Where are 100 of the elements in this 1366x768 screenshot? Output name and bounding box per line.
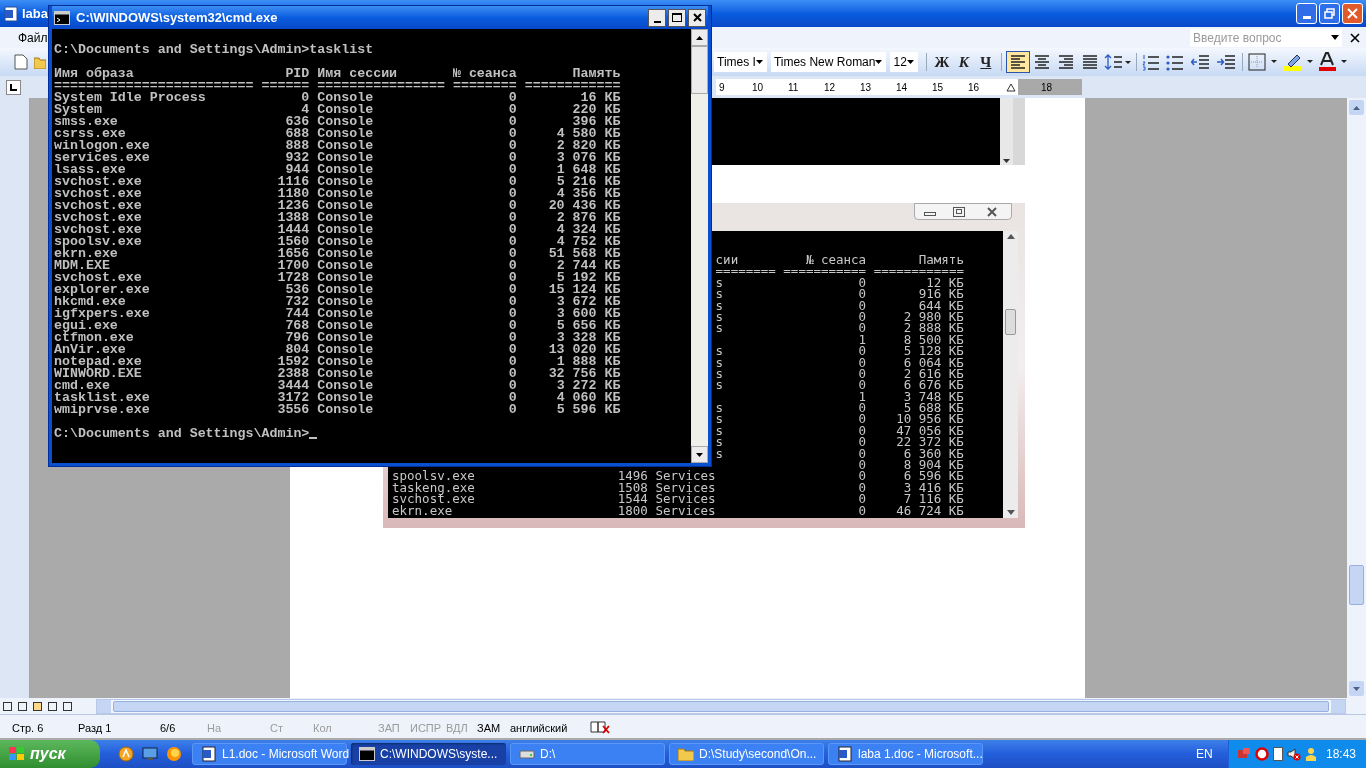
new-document-icon[interactable] bbox=[14, 54, 28, 70]
table-cell-text: 4 324 КБ bbox=[555, 224, 621, 236]
table-cell-text: 13 020 КБ bbox=[547, 344, 621, 356]
table-cell-text: 6 596 КБ bbox=[902, 470, 964, 482]
table-cell: s bbox=[715, 413, 724, 425]
scroll-thumb[interactable] bbox=[1349, 565, 1364, 605]
table-cell-text: Console bbox=[317, 212, 375, 224]
style-dropdown[interactable]: Times I bbox=[714, 52, 767, 72]
arrow-up-icon[interactable] bbox=[696, 35, 703, 40]
table-cell-text: 0 bbox=[507, 404, 517, 416]
table-cell-text: 1592 bbox=[276, 356, 310, 368]
table-cell-text: 0 bbox=[857, 504, 867, 516]
restore-button[interactable] bbox=[1319, 3, 1340, 24]
table-cell-text: hkcmd.exe bbox=[54, 296, 126, 308]
table-cell-text: 6 360 КБ bbox=[903, 447, 964, 460]
desktop-icon[interactable] bbox=[142, 747, 158, 761]
column-header: сии bbox=[715, 254, 739, 266]
table-cell-text: spoolsv.exe bbox=[392, 470, 476, 482]
menu-item[interactable]: Файл bbox=[18, 28, 48, 47]
ruler-number: 11 bbox=[788, 80, 799, 95]
ruler-number: 15 bbox=[932, 80, 944, 95]
font-dropdown[interactable]: Times New Roman bbox=[770, 52, 887, 72]
table-cell-text: 0 bbox=[507, 284, 517, 296]
bold-button[interactable]: Ж bbox=[930, 51, 953, 73]
table-cell-text: 5 192 КБ bbox=[556, 272, 621, 284]
close-icon bbox=[1347, 8, 1358, 19]
table-cell-text: svchost.exe bbox=[54, 188, 143, 200]
table-cell-text: 1700 bbox=[276, 260, 310, 272]
indent-marker-icon[interactable] bbox=[1006, 82, 1016, 92]
scroll-thumb[interactable] bbox=[691, 46, 708, 94]
table-cell-text: Console bbox=[317, 224, 375, 236]
table-cell-text: 1728 bbox=[276, 272, 310, 284]
table-cell-text: 3 328 КБ bbox=[556, 332, 621, 344]
table-cell-text: Console bbox=[317, 128, 375, 140]
close-button[interactable] bbox=[688, 8, 706, 27]
highlighter-icon[interactable] bbox=[1281, 52, 1314, 72]
table-cell-text: Console bbox=[317, 140, 375, 152]
table-cell-text: svchost.exe bbox=[54, 224, 143, 236]
table-cell-text: 1560 bbox=[276, 236, 310, 248]
restore-icon bbox=[1324, 8, 1335, 19]
launcher-icon[interactable] bbox=[118, 746, 134, 762]
taskbar-button[interactable]: C:\WINDOWS\syste... bbox=[351, 743, 506, 765]
table-cell-text: Console bbox=[317, 392, 375, 404]
status-item: Ст bbox=[270, 721, 283, 734]
taskbar-button[interactable]: D:\Study\second\On... bbox=[669, 743, 824, 765]
taskbar-button[interactable]: laba 1.doc - Microsoft... bbox=[828, 743, 983, 765]
table-cell-text: WINWORD.EXE bbox=[54, 368, 143, 380]
font-color-icon[interactable] bbox=[1317, 52, 1348, 72]
table-cell-text: csrss.exe bbox=[54, 128, 126, 140]
table-cell: s bbox=[715, 379, 724, 391]
bullet-list-icon[interactable] bbox=[1164, 53, 1185, 71]
scroll-thumb[interactable] bbox=[1005, 309, 1016, 335]
table-cell-text: Console bbox=[317, 236, 375, 248]
network-icon bbox=[1237, 747, 1251, 761]
ruler-number: 14 bbox=[896, 80, 908, 95]
table-cell-text: 1236 bbox=[276, 200, 310, 212]
table-cell-text: 4 580 КБ bbox=[555, 128, 621, 140]
maximize-button[interactable] bbox=[668, 8, 686, 27]
table-cell-text: 0 bbox=[857, 481, 867, 494]
arrow-down-icon bbox=[1006, 510, 1015, 515]
separator-line: ============ bbox=[524, 80, 621, 92]
column-header: PID bbox=[284, 68, 310, 80]
minimize-button[interactable] bbox=[648, 8, 666, 27]
table-cell-text: Console bbox=[317, 248, 375, 260]
table-cell-text: 2 820 КБ bbox=[555, 140, 621, 152]
help-search-field[interactable]: Введите вопрос bbox=[1190, 28, 1342, 47]
underline-button[interactable]: Ч bbox=[974, 51, 997, 73]
table-cell-text: ekrn.exe bbox=[392, 504, 453, 516]
ruler-number: 12 bbox=[824, 80, 836, 95]
separator-line: ====== bbox=[261, 80, 310, 92]
dropdown-arrow-icon bbox=[906, 59, 914, 65]
table-cell-text: Console bbox=[317, 308, 375, 320]
arrow-up-icon bbox=[1006, 234, 1015, 239]
table-cell-text: 0 bbox=[857, 322, 867, 334]
table-cell-text: 3 600 КБ bbox=[555, 308, 621, 320]
table-cell-text: 0 bbox=[857, 424, 867, 437]
table-cell-text: 916 КБ bbox=[917, 288, 964, 300]
line-spacing-icon[interactable] bbox=[1103, 53, 1132, 71]
font-size-dropdown[interactable]: 12 bbox=[890, 52, 918, 72]
folder-icon[interactable] bbox=[34, 55, 46, 69]
arrow-down-icon[interactable] bbox=[696, 452, 703, 457]
document-icon bbox=[837, 746, 853, 762]
align-left-button[interactable] bbox=[1005, 51, 1030, 73]
close-icon[interactable] bbox=[1350, 32, 1360, 43]
taskbar-button[interactable]: L1.doc - Microsoft Word bbox=[192, 743, 347, 765]
taskbar-button[interactable]: D:\ bbox=[510, 743, 665, 765]
tab-stop-selector[interactable] bbox=[6, 79, 21, 95]
numbered-list-icon[interactable] bbox=[1140, 53, 1161, 71]
table-cell-text: Console bbox=[317, 272, 375, 284]
decrease-indent-icon[interactable] bbox=[1190, 53, 1211, 71]
table-cell-text: Console bbox=[317, 176, 375, 188]
borders-icon[interactable] bbox=[1247, 53, 1278, 71]
document-icon bbox=[201, 746, 217, 762]
table-cell-text: System bbox=[54, 104, 103, 116]
italic-button[interactable]: К bbox=[952, 51, 975, 73]
separator-line: ========================= bbox=[54, 80, 254, 92]
table-cell-text: services.exe bbox=[54, 152, 151, 164]
browser-icon[interactable] bbox=[166, 746, 182, 762]
arrow-down-icon bbox=[1003, 159, 1010, 163]
increase-indent-icon[interactable] bbox=[1216, 53, 1237, 71]
